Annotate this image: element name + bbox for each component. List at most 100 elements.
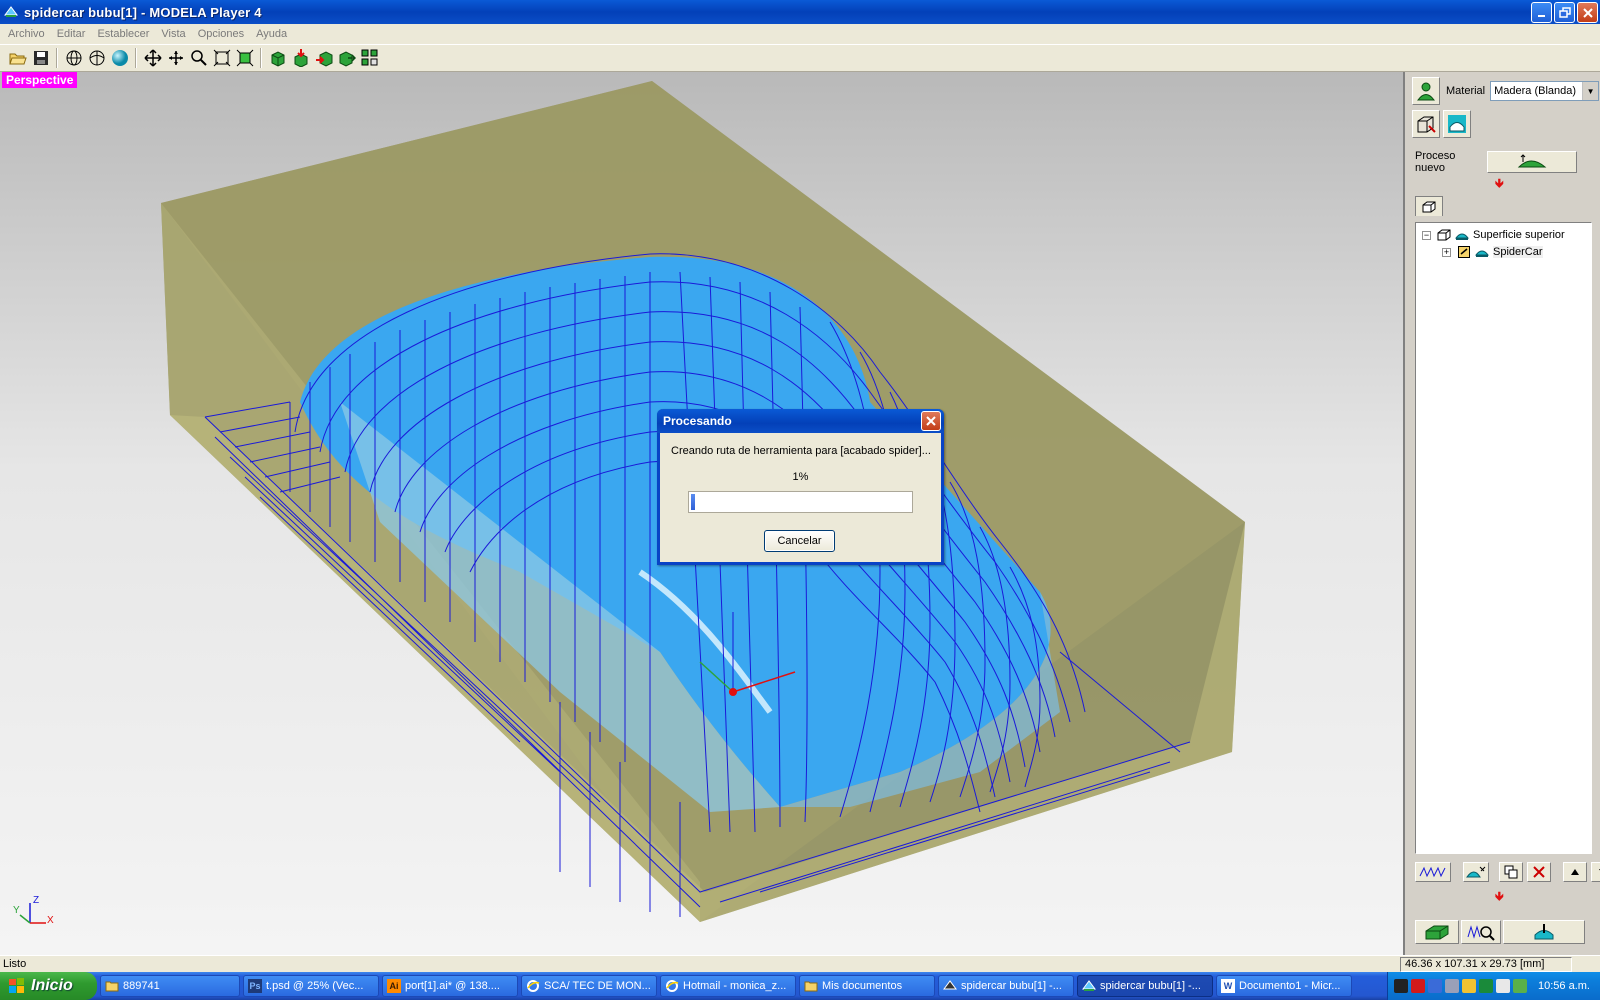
open-button[interactable] <box>6 47 29 69</box>
fit-view-button[interactable] <box>233 47 256 69</box>
process-tree[interactable]: − Superficie superior + SpiderCar <box>1415 222 1592 854</box>
layout-button[interactable] <box>358 47 381 69</box>
menu-establecer[interactable]: Establecer <box>91 28 155 40</box>
tab-process-tree[interactable] <box>1415 196 1443 216</box>
green-block-icon <box>1425 925 1449 940</box>
axis-triad-icon: Z X Y <box>13 895 54 926</box>
task-mis-documentos[interactable]: Mis documentos <box>799 975 935 997</box>
preview-button[interactable] <box>312 47 335 69</box>
status-bar: Listo 46.36 x 107.31 x 29.73 [mm] <box>0 955 1600 972</box>
task-photoshop[interactable]: Ps t.psd @ 25% (Vec... <box>243 975 379 997</box>
task-spidercar-1[interactable]: spidercar bubu[1] -... <box>938 975 1074 997</box>
start-label: Inicio <box>31 977 73 994</box>
box-icon <box>1422 201 1436 212</box>
move-down-button[interactable] <box>1591 862 1600 882</box>
minimize-icon <box>1537 14 1545 17</box>
toolbar <box>0 44 1600 72</box>
task-word[interactable]: W Documento1 - Micr... <box>1216 975 1352 997</box>
axis-z-label: Z <box>33 895 39 906</box>
shaded-sphere-icon <box>111 50 128 66</box>
user-button[interactable] <box>1412 77 1440 105</box>
fit-view-icon <box>236 49 253 67</box>
clock[interactable]: 10:56 a.m. <box>1538 980 1590 992</box>
tray-update-icon[interactable] <box>1496 979 1510 993</box>
close-icon <box>926 416 936 426</box>
dialog-title: Procesando <box>663 414 732 428</box>
tray-network-icon[interactable] <box>1428 979 1442 993</box>
dimensions-readout: 46.36 x 107.31 x 29.73 [mm] <box>1400 957 1572 972</box>
close-button[interactable] <box>1577 2 1598 23</box>
collapse-toggle[interactable]: − <box>1422 230 1431 240</box>
box-icon <box>1437 229 1451 241</box>
task-browser-hotmail[interactable]: Hotmail - monica_z... <box>660 975 796 997</box>
open-folder-icon <box>8 53 27 65</box>
menu-vista[interactable]: Vista <box>155 28 191 40</box>
pan-button[interactable] <box>164 47 187 69</box>
expand-toggle[interactable]: + <box>1442 247 1451 257</box>
zoom-window-button[interactable] <box>210 47 233 69</box>
zoom-button[interactable] <box>187 47 210 69</box>
dialog-title-bar: Procesando <box>657 409 944 433</box>
toolpath-button[interactable] <box>1415 862 1451 882</box>
windows-logo-icon <box>9 978 24 993</box>
machining-button[interactable] <box>1415 920 1459 944</box>
modela-app-icon <box>4 6 18 17</box>
task-spidercar-2[interactable]: spidercar bubu[1] -... <box>1077 975 1213 997</box>
green-cube-icon <box>271 51 284 67</box>
material-select[interactable]: Madera (Blanda) ▼ <box>1490 81 1600 101</box>
tray-security-icon[interactable] <box>1462 979 1476 993</box>
illustrator-icon: Ai <box>387 979 401 993</box>
tray-display-icon[interactable] <box>1445 979 1459 993</box>
edit-surface-button[interactable] <box>1463 862 1489 882</box>
task-browser-sca[interactable]: SCA/ TEC DE MON... <box>521 975 657 997</box>
delete-button[interactable] <box>1527 862 1551 882</box>
box-view-button[interactable] <box>266 47 289 69</box>
task-illustrator[interactable]: Ai port[1].ai* @ 138.... <box>382 975 518 997</box>
cut-start-button[interactable] <box>1503 920 1585 944</box>
rotate-button[interactable] <box>141 47 164 69</box>
move-up-button[interactable] <box>1563 862 1587 882</box>
menu-ayuda[interactable]: Ayuda <box>250 28 293 40</box>
dialog-close-button[interactable] <box>921 411 941 431</box>
task-label: 889741 <box>123 980 160 992</box>
checkbox-icon[interactable] <box>1457 246 1471 258</box>
restore-button[interactable] <box>1554 2 1575 23</box>
folder-icon <box>105 979 119 993</box>
down-arrow-icon: 🡻 <box>1495 176 1504 190</box>
restore-icon <box>1558 6 1571 18</box>
cancel-button[interactable]: Cancelar <box>764 530 835 552</box>
stock-settings-button[interactable] <box>1412 110 1440 138</box>
tray-messenger-icon[interactable] <box>1513 979 1527 993</box>
cut-button[interactable] <box>289 47 312 69</box>
menu-editar[interactable]: Editar <box>51 28 92 40</box>
task-889741[interactable]: 889741 <box>100 975 240 997</box>
move-arrows-icon <box>168 51 183 65</box>
tray-antivirus-icon[interactable] <box>1479 979 1493 993</box>
copy-button[interactable] <box>1499 862 1523 882</box>
progress-bar <box>688 491 913 513</box>
tray-acrobat-icon[interactable] <box>1411 979 1425 993</box>
menu-opciones[interactable]: Opciones <box>192 28 250 40</box>
process-panel: Material Madera (Blanda) ▼ Proceso nuevo… <box>1407 72 1600 955</box>
down-arrow-icon: 🡻 <box>1495 889 1504 903</box>
export-button[interactable] <box>335 47 358 69</box>
preview-cut-button[interactable] <box>1461 920 1501 944</box>
view-globe-button[interactable] <box>62 47 85 69</box>
tree-node-top-surface[interactable]: − Superficie superior <box>1422 229 1565 241</box>
tree-node-spidercar[interactable]: + SpiderCar <box>1442 246 1543 258</box>
surface-button[interactable] <box>1443 110 1471 138</box>
cube-export-icon <box>339 51 356 67</box>
chevron-down-icon: ▼ <box>1582 82 1599 100</box>
minimize-button[interactable] <box>1531 2 1552 23</box>
new-process-button[interactable] <box>1487 151 1577 173</box>
menu-archivo[interactable]: Archivo <box>2 28 51 40</box>
zoom-window-icon <box>213 49 230 67</box>
browser-icon <box>526 979 540 993</box>
task-label: spidercar bubu[1] -... <box>1100 980 1201 992</box>
tray-app-icon[interactable] <box>1394 979 1408 993</box>
rotate-arrows-icon <box>143 49 162 67</box>
start-button[interactable]: Inicio <box>0 972 97 1000</box>
view-render-button[interactable] <box>108 47 131 69</box>
save-button[interactable] <box>29 47 52 69</box>
view-sphere-button[interactable] <box>85 47 108 69</box>
